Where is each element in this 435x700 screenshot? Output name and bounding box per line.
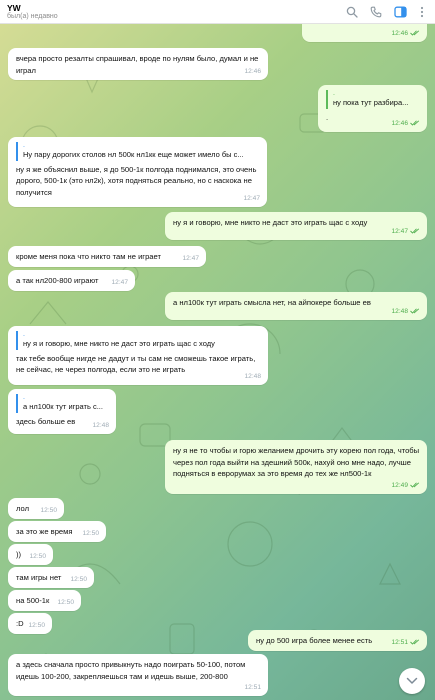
message-meta: 12:50 xyxy=(28,621,45,629)
message-bubble-incoming[interactable]: :D 12:50 xyxy=(8,613,52,634)
quote-text: Ну пару дорогих столов нл 500к нл1кк еще… xyxy=(23,150,244,159)
message-text: а здесь сначала просто привыкнуть надо п… xyxy=(16,660,246,681)
reply-quote[interactable]: . ну я и говорю, мне никто не даст это и… xyxy=(16,331,261,350)
reply-quote[interactable]: . а нл100к тут играть с... xyxy=(16,394,109,413)
message-meta: 12:46 xyxy=(391,28,420,40)
message-text: там игры нет xyxy=(16,573,62,582)
message-meta: 12:48 xyxy=(92,421,109,429)
message-bubble-incoming[interactable]: вчера просто резалты спрашивал, вроде по… xyxy=(8,48,268,80)
message-meta: 12:46 xyxy=(391,118,420,130)
message-meta: 12:46 xyxy=(244,67,261,75)
reply-quote[interactable]: . Ну пару дорогих столов нл 500к нл1кк е… xyxy=(16,142,260,161)
message-meta: 12:50 xyxy=(40,506,57,514)
search-icon[interactable] xyxy=(345,5,359,19)
message-meta: 12:47 xyxy=(111,278,128,286)
message-bubble-outgoing[interactable]: ну я не то чтобы и горю желанием дрочить… xyxy=(165,440,427,494)
message-meta: 12:51 xyxy=(391,637,420,649)
quote-text: ну я и говорю, мне никто не даст это игр… xyxy=(23,339,215,348)
chevron-down-icon xyxy=(406,677,418,684)
message-meta: 12:51 xyxy=(244,683,261,691)
message-meta: 12:50 xyxy=(57,598,74,606)
message-text: )) xyxy=(16,550,22,559)
quote-text: а нл100к тут играть с... xyxy=(23,402,103,411)
message-bubble-incoming[interactable]: лол 12:50 xyxy=(8,498,64,519)
message-text: ну я и говорю, мне никто не даст это игр… xyxy=(173,218,368,227)
message-bubble-incoming[interactable]: там игры нет 12:50 xyxy=(8,567,94,588)
message-text: :D xyxy=(16,619,24,628)
message-meta: 12:49 xyxy=(391,480,420,492)
message-meta: 12:47 xyxy=(391,226,420,238)
message-bubble-incoming[interactable]: . а нл100к тут играть с... здесь больше … xyxy=(8,389,116,434)
message-meta: 12:48 xyxy=(391,306,420,318)
message-text: так тебе вообще нигде не дадут и ты сам … xyxy=(16,353,256,375)
message-meta: 12:50 xyxy=(82,529,99,537)
message-bubble-outgoing[interactable]: а нл100к тут играть смысла нет, на айпок… xyxy=(165,292,427,320)
message-text: ну я же объяснил выше, я до 500-1к полго… xyxy=(16,164,257,197)
message-bubble-incoming[interactable]: . ну я и говорю, мне никто не даст это и… xyxy=(8,326,268,385)
quote-author: . xyxy=(23,394,25,401)
message-bubble-outgoing[interactable]: 12:46 xyxy=(302,24,427,42)
message-bubble-incoming[interactable]: кроме меня пока что никто там не играет … xyxy=(8,246,206,267)
message-bubble-incoming[interactable]: на 500-1к 12:50 xyxy=(8,590,81,611)
phone-icon[interactable] xyxy=(369,5,383,19)
quote-author: . xyxy=(23,331,25,338)
message-text: ну до 500 игра более менее есть xyxy=(256,636,373,645)
sidebar-icon[interactable] xyxy=(393,5,407,19)
message-text: вчера просто резалты спрашивал, вроде по… xyxy=(16,54,259,75)
message-bubble-outgoing[interactable]: . ну пока тут разбира... . 12:46 xyxy=(318,85,427,132)
message-text: а так нл200-800 играют xyxy=(16,276,99,285)
message-bubble-outgoing[interactable]: ну до 500 игра более менее есть 12:51 xyxy=(248,630,427,651)
message-meta: 12:50 xyxy=(29,552,46,560)
message-text: на 500-1к xyxy=(16,596,50,605)
scroll-to-bottom-button[interactable] xyxy=(399,668,425,694)
message-text: за это же время xyxy=(16,527,73,536)
message-bubble-incoming[interactable]: за это же время 12:50 xyxy=(8,521,106,542)
message-text: ну я не то чтобы и горю желанием дрочить… xyxy=(173,446,420,478)
message-text: здесь больше ев xyxy=(16,416,76,426)
message-meta: 12:50 xyxy=(70,575,87,583)
message-bubble-incoming[interactable]: а так нл200-800 играют 12:47 xyxy=(8,270,135,291)
message-bubble-outgoing[interactable]: ну я и говорю, мне никто не даст это игр… xyxy=(165,212,427,240)
quote-text: ну пока тут разбира... xyxy=(333,98,409,107)
reply-quote[interactable]: . ну пока тут разбира... xyxy=(326,90,420,109)
message-area[interactable]: 12:46 вчера просто резалты спрашивал, вр… xyxy=(0,24,435,700)
message-bubble-incoming[interactable]: )) 12:50 xyxy=(8,544,53,565)
message-text: кроме меня пока что никто там не играет xyxy=(16,252,161,261)
message-meta: 12:48 xyxy=(244,372,261,380)
chat-header: YW был(а) недавно xyxy=(0,0,435,24)
message-meta: 12:47 xyxy=(243,194,260,202)
message-bubble-incoming[interactable]: а здесь сначала просто привыкнуть надо п… xyxy=(8,654,268,696)
message-text: лол xyxy=(16,504,30,513)
quote-author: . xyxy=(23,142,25,149)
chat-title[interactable]: YW xyxy=(7,3,21,13)
chat-status: был(а) недавно xyxy=(7,13,58,20)
quote-author: . xyxy=(333,90,335,97)
message-meta: 12:47 xyxy=(182,254,199,262)
message-bubble-incoming[interactable]: . Ну пару дорогих столов нл 500к нл1кк е… xyxy=(8,137,267,207)
more-icon[interactable] xyxy=(415,5,429,19)
message-text: а нл100к тут играть смысла нет, на айпок… xyxy=(173,298,371,307)
message-text: . xyxy=(326,112,329,122)
